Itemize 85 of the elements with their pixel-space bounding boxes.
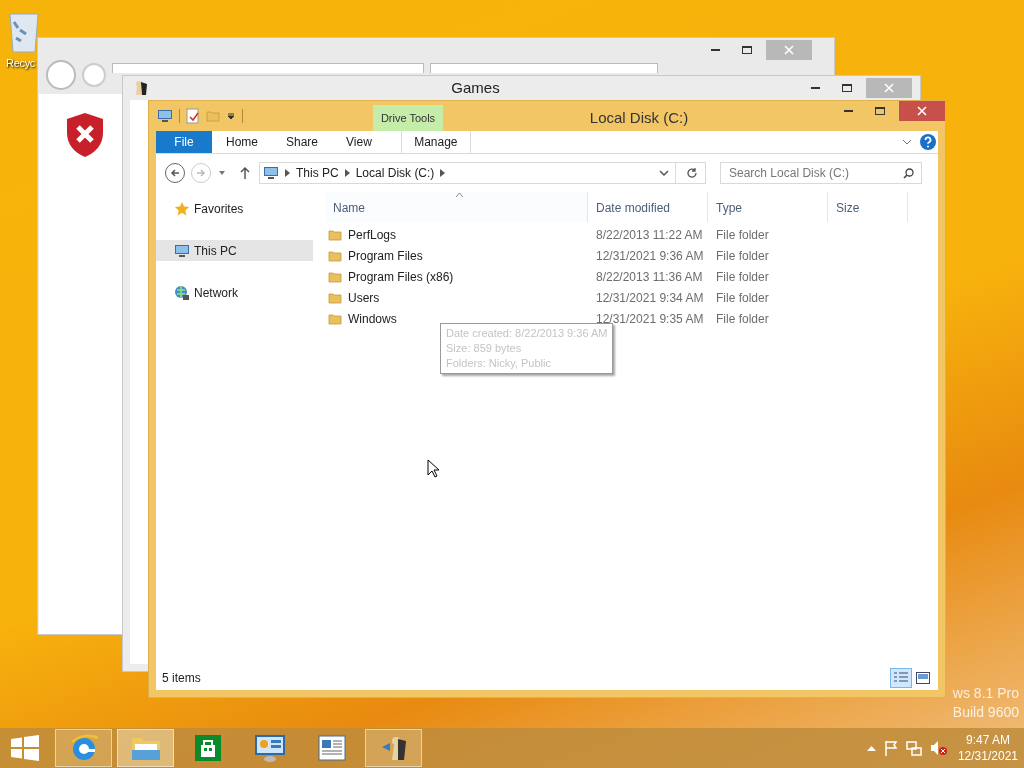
search-field[interactable]: Search Local Disk (C:) bbox=[720, 162, 922, 184]
desktop-icon-label: Recyc bbox=[6, 58, 36, 69]
file-name[interactable]: PerfLogs bbox=[348, 225, 397, 244]
nav-item[interactable]: This PC bbox=[156, 240, 313, 261]
file-type: File folder bbox=[715, 289, 770, 307]
chevron-down-icon[interactable] bbox=[659, 169, 669, 177]
edition-text: ws 8.1 Pro bbox=[952, 684, 1019, 703]
folder-icon bbox=[328, 311, 342, 326]
context-tab-header: Drive Tools bbox=[373, 105, 443, 131]
folder-icon bbox=[328, 248, 342, 263]
error-shield-icon bbox=[65, 112, 105, 158]
sort-caret-icon bbox=[456, 193, 463, 197]
properties-icon[interactable] bbox=[186, 108, 200, 124]
ribbon-tab[interactable]: File bbox=[156, 131, 212, 153]
file-name[interactable]: Windows bbox=[348, 309, 397, 328]
nav-item[interactable]: Favorites bbox=[156, 198, 313, 219]
chevron-right-icon bbox=[344, 169, 350, 177]
computer-icon bbox=[157, 108, 173, 124]
column-header[interactable]: Date modified bbox=[588, 192, 708, 222]
computer-icon bbox=[174, 242, 190, 259]
date-modified: 12/31/2021 9:34 AM bbox=[595, 289, 705, 307]
caret-up-icon[interactable] bbox=[866, 745, 876, 751]
search-icon bbox=[903, 168, 914, 179]
column-header[interactable]: Type bbox=[708, 192, 828, 222]
tooltip-line: Folders: Nicky, Public bbox=[446, 356, 552, 371]
chevron-down-icon[interactable] bbox=[902, 138, 912, 146]
shopping-bag-icon bbox=[192, 733, 223, 763]
arrow-left-icon bbox=[170, 168, 180, 178]
close-icon bbox=[884, 83, 894, 93]
windows-logo-icon[interactable] bbox=[11, 735, 39, 761]
window-title: Local Disk (C:) bbox=[588, 108, 690, 128]
network-icon bbox=[174, 284, 190, 301]
chevron-right-icon bbox=[285, 169, 290, 177]
tiles-view-icon bbox=[916, 672, 930, 684]
dropdown-caret-icon[interactable] bbox=[217, 169, 227, 177]
date-modified: 8/22/2013 11:36 AM bbox=[595, 268, 704, 286]
folder-icon bbox=[328, 269, 342, 284]
build-text: Build 9600 bbox=[952, 703, 1019, 722]
column-header[interactable]: Size bbox=[828, 192, 908, 222]
nav-item[interactable]: Network bbox=[156, 282, 313, 303]
monitor-icon bbox=[252, 733, 287, 763]
ribbon-tab[interactable]: View bbox=[332, 131, 386, 153]
refresh-icon[interactable] bbox=[686, 167, 698, 179]
dropdown-caret-icon[interactable] bbox=[226, 111, 236, 121]
chevron-right-icon bbox=[440, 169, 446, 177]
address-field[interactable] bbox=[112, 63, 424, 73]
mouse-pointer-icon bbox=[427, 459, 439, 478]
close-button[interactable] bbox=[899, 101, 945, 121]
folder-icon bbox=[206, 109, 220, 123]
newspaper-icon bbox=[316, 734, 347, 762]
arrow-up-icon[interactable] bbox=[239, 166, 251, 180]
ribbon-tab[interactable]: Manage bbox=[400, 131, 471, 153]
breadcrumb-item[interactable]: This PC bbox=[296, 164, 339, 182]
file-type: File folder bbox=[715, 310, 770, 328]
details-view-icon bbox=[894, 672, 908, 684]
network-icon[interactable] bbox=[905, 740, 922, 756]
column-header[interactable]: Name bbox=[325, 192, 588, 222]
file-name[interactable]: Users bbox=[348, 288, 380, 307]
tooltip-line: Size: 859 bytes bbox=[446, 341, 523, 356]
date-modified: 12/31/2021 9:35 AM bbox=[595, 310, 705, 328]
star-icon bbox=[174, 200, 190, 217]
folder-icon bbox=[328, 227, 342, 242]
ribbon-tab[interactable]: Home bbox=[212, 131, 272, 153]
muted-speaker-icon[interactable] bbox=[929, 740, 948, 756]
date-modified: 8/22/2013 11:22 AM bbox=[595, 226, 704, 244]
arrow-right-icon bbox=[196, 168, 206, 178]
flag-icon[interactable] bbox=[883, 740, 898, 756]
window-title: Games bbox=[450, 77, 501, 98]
taskbar-button[interactable] bbox=[365, 729, 422, 767]
computer-icon bbox=[263, 165, 279, 181]
date-modified: 12/31/2021 9:36 AM bbox=[595, 247, 705, 265]
ribbon-tab[interactable]: Share bbox=[272, 131, 333, 153]
file-type: File folder bbox=[715, 247, 770, 265]
status-text: 5 items bbox=[162, 670, 202, 687]
close-icon bbox=[917, 106, 927, 116]
file-type: File folder bbox=[715, 226, 770, 244]
file-name[interactable]: Program Files bbox=[348, 246, 423, 265]
folder-icon bbox=[328, 290, 342, 305]
file-name[interactable]: Program Files (x86) bbox=[348, 267, 454, 286]
breadcrumb-item[interactable]: Local Disk (C:) bbox=[355, 164, 435, 182]
help-icon[interactable] bbox=[920, 134, 936, 150]
address-bar[interactable]: This PC Local Disk (C:) bbox=[259, 162, 706, 184]
close-icon bbox=[784, 45, 794, 55]
file-type: File folder bbox=[715, 268, 770, 286]
tooltip-line: Date created: 8/22/2013 9:36 AM bbox=[446, 326, 608, 341]
